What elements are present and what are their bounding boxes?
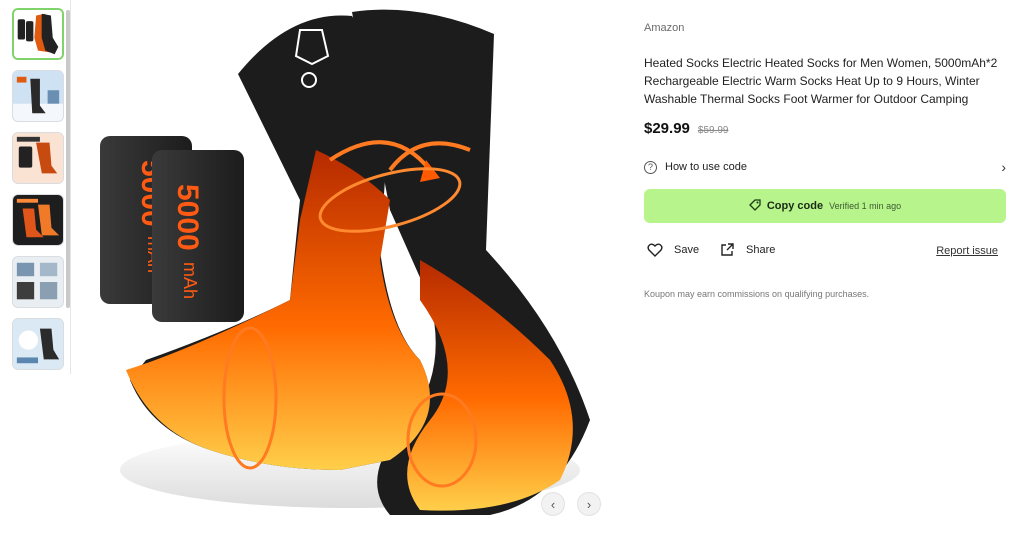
verified-status: Verified 1 min ago xyxy=(829,201,902,211)
copy-code-label: Copy code xyxy=(766,200,824,212)
brand-label: Amazon xyxy=(644,22,685,34)
thumbnail-3[interactable] xyxy=(12,132,64,184)
share-button[interactable]: Share xyxy=(718,241,775,259)
next-image-button[interactable]: › xyxy=(577,492,601,516)
help-icon: ? xyxy=(644,160,657,174)
action-row: Save Share Report issue xyxy=(644,241,1008,263)
price-row: $29.99 $59.99 xyxy=(644,120,1008,137)
thumbnail-4[interactable] xyxy=(12,194,64,246)
thumbnail-5[interactable] xyxy=(12,256,64,308)
thumbnail-6[interactable] xyxy=(12,318,64,370)
thumbnail-1[interactable] xyxy=(12,8,64,60)
product-title: Heated Socks Electric Heated Socks for M… xyxy=(644,56,998,106)
thumbnail-2[interactable] xyxy=(12,70,64,122)
previous-image-button[interactable]: ‹ xyxy=(541,492,565,516)
how-to-use-code-label: How to use code xyxy=(665,161,747,173)
battery-unit-2: mAh xyxy=(180,262,200,299)
tag-icon xyxy=(748,198,761,214)
battery-capacity-2: 5000 xyxy=(171,184,204,251)
chevron-left-icon: ‹ xyxy=(550,496,556,512)
save-button[interactable]: Save xyxy=(646,241,699,259)
rail-divider xyxy=(70,0,71,374)
report-issue-link[interactable]: Report issue xyxy=(936,245,998,257)
thumbnail-rail xyxy=(10,6,70,374)
how-to-use-code-row[interactable]: ? How to use code › xyxy=(644,157,1008,177)
product-page: 5000 mAh 5000 mAh xyxy=(0,0,1024,538)
product-detail-panel: Amazon Heated Socks Electric Heated Sock… xyxy=(644,22,1008,299)
copy-code-button[interactable]: Copy code Verified 1 min ago xyxy=(644,189,1006,223)
share-icon xyxy=(718,241,736,259)
chevron-right-icon: › xyxy=(586,496,592,512)
heart-icon xyxy=(646,241,664,259)
share-label: Share xyxy=(746,244,776,256)
original-price: $59.99 xyxy=(697,125,729,136)
battery-pack-front: 5000 mAh xyxy=(152,150,244,322)
current-price: $29.99 xyxy=(644,120,690,137)
save-label: Save xyxy=(674,244,700,256)
main-product-image: 5000 mAh 5000 mAh xyxy=(90,0,618,530)
chevron-right-icon: › xyxy=(1001,159,1006,175)
commission-disclaimer: Koupon may earn commissions on qualifyin… xyxy=(644,289,870,299)
